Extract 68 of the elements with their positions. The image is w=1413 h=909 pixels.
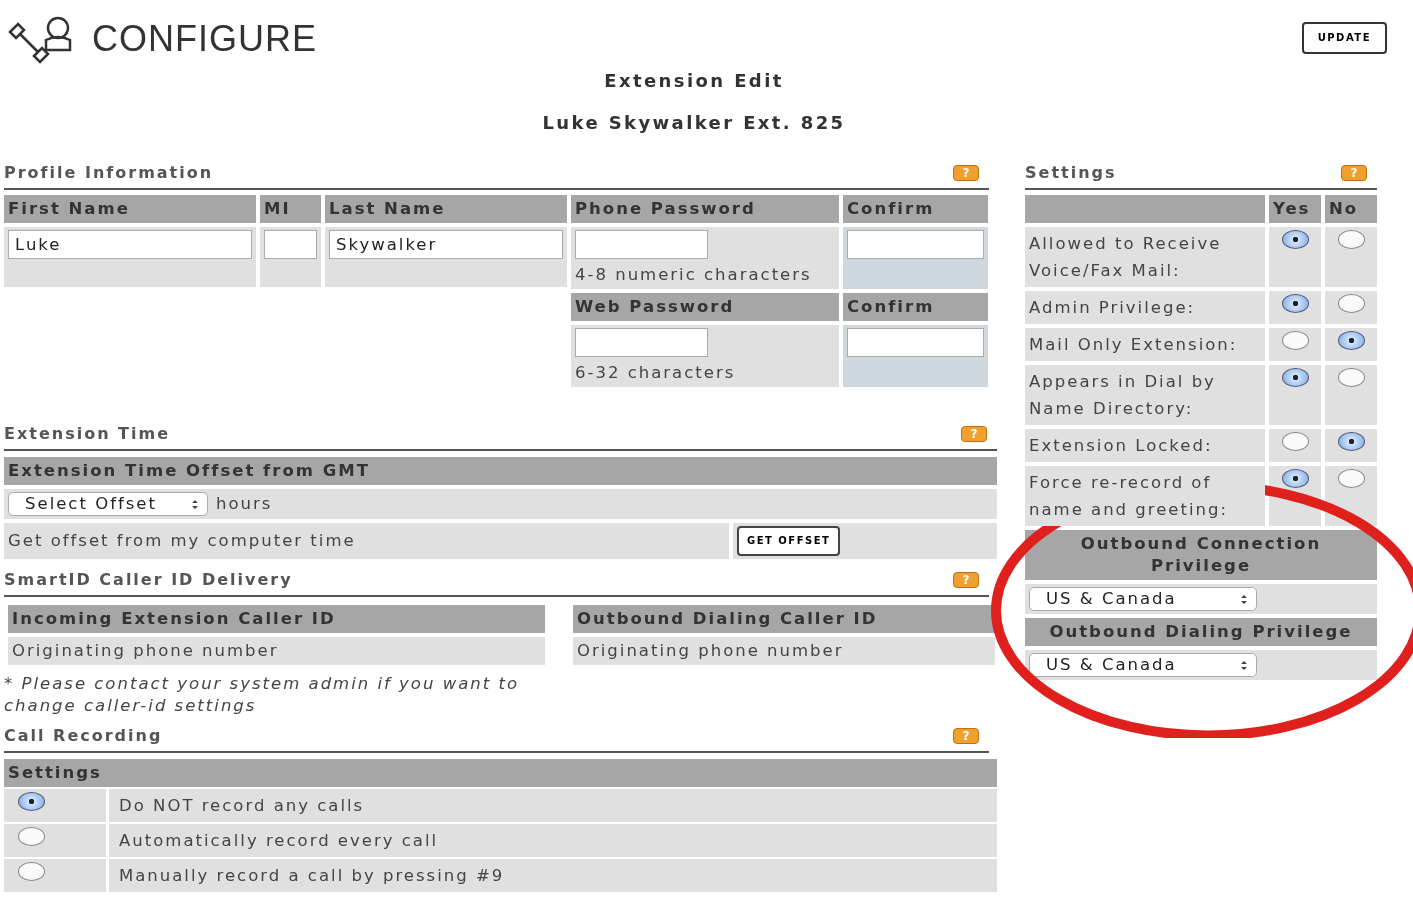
column-header: First Name — [4, 195, 256, 223]
radio-button[interactable] — [1337, 331, 1365, 350]
unit-label: hours — [216, 493, 273, 515]
radio-button[interactable] — [1337, 368, 1365, 387]
text-field[interactable] — [264, 230, 317, 259]
extension-subtitle: Luke Skywalker Ext. 825 — [541, 112, 847, 134]
column-header: Yes — [1269, 195, 1321, 223]
column-header: Confirm — [843, 195, 988, 223]
section-title: SmartID Caller ID Delivery — [4, 569, 293, 591]
text-field[interactable]: Luke — [8, 230, 252, 259]
radio-button[interactable] — [1281, 368, 1309, 387]
password-field[interactable] — [575, 328, 708, 357]
select-dropdown[interactable]: US & Canada — [1029, 587, 1257, 611]
get-offset-button[interactable]: GET OFFSET — [737, 526, 841, 556]
section-title: Call Recording — [4, 725, 163, 747]
radio-button[interactable] — [1281, 230, 1309, 249]
setting-label: Extension Locked: — [1025, 429, 1265, 462]
radio-button[interactable] — [1281, 432, 1309, 451]
section-title: Profile Information — [4, 162, 214, 184]
column-header: Outbound Dialing Privilege — [1025, 618, 1377, 646]
time-label: Get offset from my computer time — [4, 523, 729, 559]
setting-label: Allowed to Receive Voice/Fax Mail: — [1025, 227, 1265, 287]
caller-id-note: * Please contact your system admin if you want to change caller-id settings — [4, 673, 520, 717]
select-dropdown[interactable]: Select Offset — [8, 492, 208, 516]
setting-label: Mail Only Extension: — [1025, 328, 1265, 361]
field-hint: 6-32 characters — [575, 362, 737, 384]
radio-button[interactable] — [1281, 294, 1309, 313]
column-header: No — [1325, 195, 1377, 223]
setting-label: Admin Privilege: — [1025, 291, 1265, 324]
column-header: Outbound Connection Privilege — [1025, 530, 1377, 580]
radio-button[interactable] — [18, 792, 45, 811]
column-header: Outbound Dialing Caller ID — [573, 605, 995, 633]
table-header: Extension Time Offset from GMT — [4, 457, 997, 485]
radio-button[interactable] — [1281, 331, 1309, 350]
recording-option-label: Manually record a call by pressing #9 — [109, 859, 997, 892]
section-title: Settings — [1025, 162, 1117, 184]
radio-button[interactable] — [1337, 469, 1365, 488]
column-header: Web Password — [571, 293, 839, 321]
column-header: Phone Password — [571, 195, 839, 223]
section-title: Extension Time — [4, 423, 171, 445]
radio-button[interactable] — [18, 862, 45, 881]
field-hint: 4-8 numeric characters — [575, 264, 813, 286]
radio-button[interactable] — [18, 827, 45, 846]
updown-arrows-icon — [1240, 593, 1248, 605]
radio-button[interactable] — [1337, 294, 1365, 313]
updown-arrows-icon — [191, 498, 199, 510]
radio-button[interactable] — [1281, 469, 1309, 488]
table-header: Settings — [4, 759, 997, 787]
password-field[interactable] — [847, 328, 984, 357]
column-header: MI — [260, 195, 321, 223]
setting-label: Force re-record of name and greeting: — [1025, 466, 1265, 526]
setting-label: Appears in Dial by Name Directory: — [1025, 365, 1265, 425]
page-title: Extension Edit — [603, 70, 785, 92]
select-dropdown[interactable]: US & Canada — [1029, 653, 1257, 677]
password-field[interactable] — [847, 230, 984, 259]
radio-button[interactable] — [1337, 230, 1365, 249]
update-button[interactable]: UPDATE — [1301, 22, 1387, 54]
recording-option-label: Do NOT record any calls — [109, 789, 997, 822]
caller-id-value: Originating phone number — [573, 637, 995, 665]
updown-arrows-icon — [1240, 659, 1248, 671]
text-field[interactable]: Skywalker — [329, 230, 563, 259]
caller-id-value: Originating phone number — [8, 637, 545, 665]
column-header: Incoming Extension Caller ID — [8, 605, 545, 633]
column-header: Confirm — [843, 293, 988, 321]
radio-button[interactable] — [1337, 432, 1365, 451]
password-field[interactable] — [575, 230, 708, 259]
recording-option-label: Automatically record every call — [109, 824, 997, 857]
column-header: Last Name — [325, 195, 567, 223]
